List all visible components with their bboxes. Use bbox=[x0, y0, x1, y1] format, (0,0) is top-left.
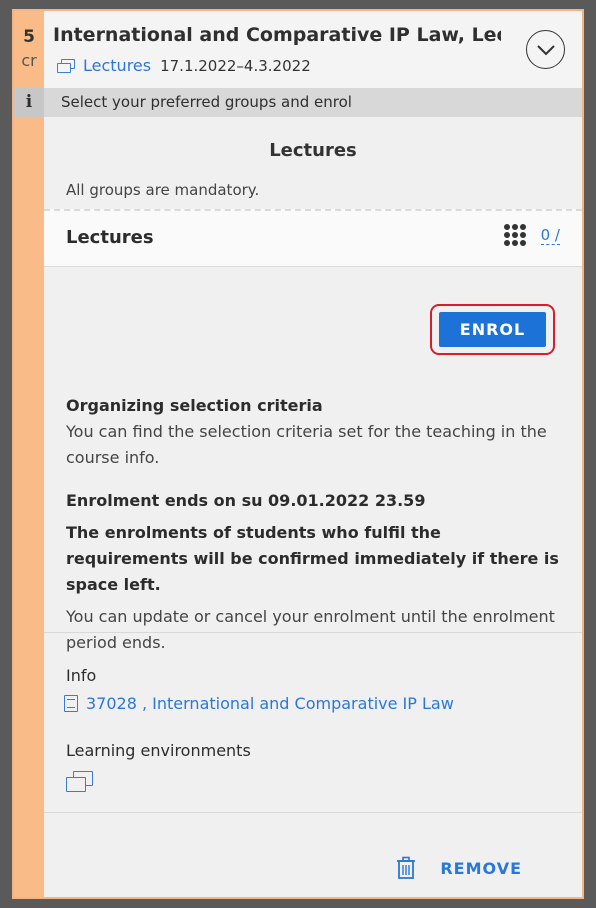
info-icon: i bbox=[14, 88, 44, 117]
selection-criteria-text: You can find the selection criteria set … bbox=[66, 422, 547, 467]
selection-criteria: Organizing selection criteria You can fi… bbox=[66, 393, 560, 471]
enrolment-update-note: You can update or cancel your enrolment … bbox=[66, 607, 555, 652]
credits-unit: cr bbox=[21, 51, 37, 70]
remove-button[interactable]: REMOVE bbox=[395, 856, 522, 880]
enrolment-end: Enrolment ends on su 09.01.2022 23.59 bbox=[66, 491, 426, 510]
course-meta: Lectures 17.1.2022–4.3.2022 bbox=[57, 56, 311, 75]
seats-indicator: 0 / bbox=[503, 224, 560, 246]
course-header: International and Comparative IP Law, Le… bbox=[44, 11, 582, 88]
credit-strip: 5 cr bbox=[14, 11, 44, 897]
course-info-link-text[interactable]: 37028 , International and Comparative IP… bbox=[86, 694, 454, 713]
learning-environments-heading: Learning environments bbox=[66, 741, 251, 760]
info-bar-text: Select your preferred groups and enrol bbox=[61, 93, 352, 111]
course-title-text: International and Comparative IP Law, Le… bbox=[53, 24, 501, 46]
chevron-down-icon bbox=[536, 44, 555, 55]
group-card: Lectures 0 / bbox=[44, 209, 582, 267]
selection-criteria-heading: Organizing selection criteria bbox=[66, 396, 323, 415]
credits-value: 5 bbox=[23, 27, 35, 47]
enrolment-confirmation: The enrolments of students who fulfil th… bbox=[66, 523, 559, 594]
seats-count[interactable]: 0 / bbox=[540, 226, 560, 245]
enrolment-content: Lectures All groups are mandatory. Lectu… bbox=[44, 117, 582, 897]
enrol-button[interactable]: ENROL bbox=[439, 312, 546, 347]
info-bar: i Select your preferred groups and enrol bbox=[14, 88, 582, 117]
group-name: Lectures bbox=[66, 227, 154, 248]
enrolment-details: Enrolment ends on su 09.01.2022 23.59 Th… bbox=[66, 488, 560, 656]
info-heading: Info bbox=[66, 666, 97, 685]
mandatory-note: All groups are mandatory. bbox=[66, 181, 260, 199]
course-type-link[interactable]: Lectures bbox=[83, 56, 151, 75]
collapse-toggle-button[interactable] bbox=[526, 30, 565, 69]
document-icon bbox=[64, 695, 78, 712]
course-title: International and Comparative IP Law, Le… bbox=[53, 24, 501, 46]
section-title: Lectures bbox=[269, 140, 357, 161]
course-dates: 17.1.2022–4.3.2022 bbox=[160, 56, 311, 75]
course-card: 5 cr International and Comparative IP La… bbox=[12, 9, 584, 899]
divider bbox=[44, 812, 582, 813]
learning-environment-icon[interactable] bbox=[66, 771, 93, 792]
teaching-type-icon bbox=[57, 58, 75, 73]
course-info-link[interactable]: 37028 , International and Comparative IP… bbox=[64, 694, 454, 713]
trash-icon bbox=[397, 856, 416, 879]
seats-icon bbox=[503, 224, 526, 246]
remove-label[interactable]: REMOVE bbox=[440, 859, 522, 878]
divider bbox=[44, 632, 582, 633]
